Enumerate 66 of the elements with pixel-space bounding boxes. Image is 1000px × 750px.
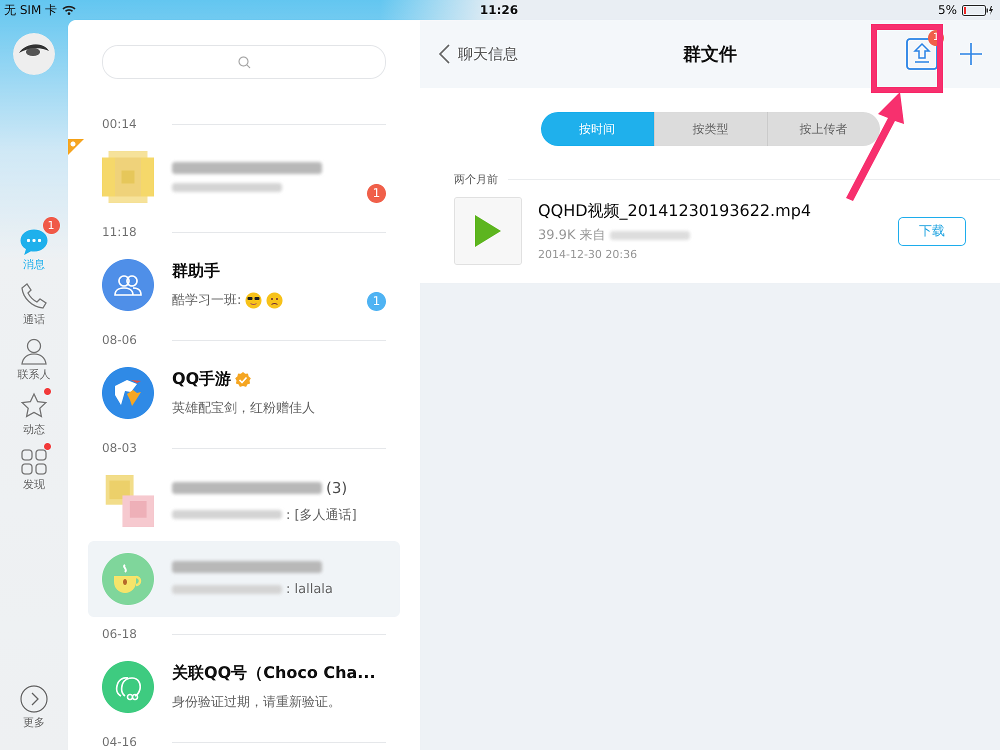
nav-tab[interactable]: 动态 xyxy=(20,390,48,437)
nav-tab[interactable]: 联系人 xyxy=(18,335,50,382)
group-assistant-avatar xyxy=(102,259,154,311)
chat-name: QQ手游 xyxy=(172,369,232,390)
message-preview: : lallala xyxy=(286,582,333,597)
sunglasses-emoji-icon xyxy=(245,292,262,308)
video-file-icon xyxy=(454,197,522,265)
nav-tab[interactable]: 通话 xyxy=(20,280,48,327)
time-label: 04-16 xyxy=(102,735,138,749)
file-date: 2014-12-30 20:36 xyxy=(538,248,638,261)
grid-icon xyxy=(21,449,47,475)
cup-avatar xyxy=(102,553,154,605)
sort-tab[interactable]: 按上传者 xyxy=(766,112,880,146)
battery-percent: 5% xyxy=(938,3,957,17)
search-icon xyxy=(238,56,250,68)
chat-name: 群助手 xyxy=(172,261,220,282)
person-icon xyxy=(20,337,48,365)
search-field[interactable] xyxy=(102,45,386,79)
upload-button[interactable] xyxy=(906,38,938,70)
chat-name: 关联QQ号（Choco Cha... xyxy=(172,663,376,684)
chat-item[interactable]: (3) : [多人通话] xyxy=(88,463,400,539)
file-size: 39.9K 来自 xyxy=(538,227,606,244)
game-avatar xyxy=(102,367,154,419)
chevron-circle-icon xyxy=(20,685,48,713)
file-name: QQHD视频_20141230193622.mp4 xyxy=(538,201,812,222)
unread-badge: 1 xyxy=(367,292,386,311)
back-button[interactable]: 聊天信息 xyxy=(438,44,518,64)
add-button[interactable] xyxy=(960,43,982,65)
sad-emoji-icon xyxy=(266,292,284,308)
star-icon xyxy=(20,392,48,420)
message-preview: 英雄配宝剑，红粉赠佳人 xyxy=(172,400,315,417)
member-count: (3) xyxy=(326,478,348,496)
message-preview: : [多人通话] xyxy=(286,506,357,524)
chat-item[interactable]: 群助手 酷学习一班: 1 xyxy=(88,247,400,323)
message-preview: 酷学习一班: xyxy=(172,292,242,309)
chat-item[interactable]: 1 xyxy=(88,139,400,215)
more-button[interactable]: 更多 xyxy=(20,685,48,730)
unread-badge: 1 xyxy=(367,184,386,203)
chat-bubble-icon xyxy=(20,229,48,255)
time-label: 00:14 xyxy=(102,117,138,131)
chat-item[interactable]: 关联QQ号（Choco Cha... 身份验证过期，请重新验证。 xyxy=(88,649,400,725)
time-label: 06-18 xyxy=(102,627,138,641)
time-label: 11:18 xyxy=(102,225,138,239)
clock: 11:26 xyxy=(480,3,518,17)
page-title: 群文件 xyxy=(683,43,737,66)
time-label: 08-06 xyxy=(102,333,138,347)
battery-icon xyxy=(962,4,994,16)
chevron-left-icon xyxy=(438,44,450,64)
plus-icon xyxy=(960,43,982,65)
time-label: 08-03 xyxy=(102,441,138,455)
upload-icon xyxy=(906,38,938,70)
message-preview: 身份验证过期，请重新验证。 xyxy=(172,694,341,711)
unread-badge: 1 xyxy=(42,217,60,234)
chat-item[interactable]: : lallala xyxy=(88,541,400,617)
nav-tab[interactable]: 发现 xyxy=(21,445,47,492)
sort-tab[interactable]: 按类型 xyxy=(654,112,766,146)
blurred-avatar xyxy=(102,151,154,203)
chat-item[interactable]: QQ手游 英雄配宝剑，红粉赠佳人 xyxy=(88,355,400,431)
profile-avatar[interactable] xyxy=(13,33,55,75)
download-button[interactable]: 下载 xyxy=(898,216,966,246)
carrier-label: 无 SIM 卡 xyxy=(4,2,58,18)
section-label: 两个月前 xyxy=(454,172,498,187)
highlight-frame xyxy=(871,24,943,93)
phone-icon xyxy=(20,282,48,310)
wifi-icon xyxy=(62,5,76,15)
link-avatar xyxy=(102,661,154,713)
